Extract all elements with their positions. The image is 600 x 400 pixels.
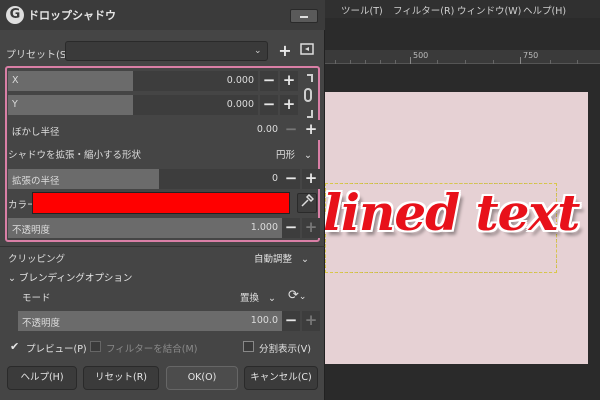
reset-button[interactable]: リセット(R) — [83, 366, 159, 390]
composite-mode-button[interactable]: ⟳⌄ — [288, 288, 306, 303]
add-preset-button[interactable]: + — [276, 42, 294, 60]
x-decrement-button[interactable]: − — [260, 71, 278, 91]
x-stepper: − + — [260, 71, 298, 91]
ruler-label-500: 500 — [413, 51, 429, 60]
mode-value: 置換 — [240, 293, 260, 304]
ok-button[interactable]: OK(O) — [166, 366, 238, 390]
clipping-value: 自動調整 — [254, 254, 293, 265]
grow-shape-label: シャドウを拡張・縮小する形状 — [8, 150, 142, 161]
presets-label: プリセット(S): — [6, 50, 74, 61]
gimp-logo-icon: G — [6, 6, 24, 24]
y-value: 0.000 — [226, 99, 254, 110]
blend-opacity-value: 100.0 — [250, 315, 278, 326]
grow-shape-value: 円形 — [276, 150, 296, 161]
grow-shape-combo[interactable]: 円形 ⌄ — [276, 147, 312, 161]
cancel-button[interactable]: キャンセル(C) — [244, 366, 318, 390]
preset-menu-button[interactable] — [298, 42, 316, 60]
preview-checkbox[interactable]: ✔ — [10, 341, 21, 352]
y-slider-fill — [8, 95, 133, 115]
y-stepper: − + — [260, 95, 298, 115]
horizontal-ruler: 500 750 — [325, 50, 600, 64]
opacity-label: 不透明度 — [12, 225, 51, 236]
preset-menu-icon — [300, 43, 314, 55]
blur-stepper: − + — [282, 120, 320, 140]
grow-radius-label: 拡張の半径 — [12, 176, 60, 187]
grow-radius-slider[interactable]: 拡張の半径 0 — [8, 169, 282, 189]
dialog-menu-button[interactable] — [290, 9, 318, 23]
opacity-stepper: − + — [282, 218, 320, 238]
mode-label: モード — [22, 293, 51, 304]
ruler-label-750: 750 — [523, 51, 539, 60]
menu-help[interactable]: ヘルプ(H) — [523, 3, 566, 17]
grow-radius-increment-button[interactable]: + — [302, 169, 320, 189]
chain-link-icon[interactable] — [302, 74, 314, 118]
blend-opacity-decrement-button[interactable]: − — [282, 311, 300, 331]
merge-filter-label: フィルターを結合(M) — [106, 344, 198, 355]
canvas-text: lined text — [323, 183, 580, 242]
preview-label: プレビュー(P) — [26, 344, 87, 355]
color-swatch-button[interactable] — [32, 192, 290, 214]
grow-radius-stepper: − + — [282, 169, 320, 189]
blur-radius-slider[interactable]: ぼかし半径 0.00 — [8, 120, 282, 140]
blur-increment-button[interactable]: + — [302, 120, 320, 140]
x-increment-button[interactable]: + — [280, 71, 298, 91]
blend-opacity-slider[interactable]: 不透明度 100.0 — [18, 311, 282, 331]
chevron-down-icon: ⌄ — [8, 273, 16, 284]
menu-windows[interactable]: ウィンドウ(W) — [457, 3, 521, 17]
help-button[interactable]: ヘルプ(H) — [7, 366, 77, 390]
drop-shadow-dialog: G ドロップシャドウ プリセット(S): ⌄ + X 0.000 − + Y 0… — [0, 0, 325, 400]
eyedropper-icon — [301, 193, 315, 207]
blur-value: 0.00 — [256, 124, 278, 135]
blending-options-expander[interactable]: ⌄ ブレンディングオプション — [8, 270, 132, 284]
opacity-value: 1.000 — [250, 222, 278, 233]
opacity-slider[interactable]: 不透明度 1.000 — [8, 218, 282, 238]
blend-opacity-increment-button[interactable]: + — [302, 311, 320, 331]
chevron-down-icon: ⌄ — [301, 254, 310, 265]
y-offset-slider[interactable]: Y 0.000 — [8, 95, 258, 115]
opacity-increment-button[interactable]: + — [302, 218, 320, 238]
x-offset-slider[interactable]: X 0.000 — [8, 71, 258, 91]
split-view-label: 分割表示(V) — [259, 344, 311, 355]
menubar: ツール(T) フィルター(R) ウィンドウ(W) ヘルプ(H) — [325, 0, 600, 18]
x-value: 0.000 — [226, 75, 254, 86]
dialog-titlebar[interactable]: G ドロップシャドウ — [0, 0, 325, 30]
clipping-label: クリッピング — [8, 254, 66, 265]
y-decrement-button[interactable]: − — [260, 95, 278, 115]
divider — [0, 246, 325, 247]
dialog-title: ドロップシャドウ — [28, 9, 116, 22]
y-increment-button[interactable]: + — [280, 95, 298, 115]
blur-label: ぼかし半径 — [12, 127, 60, 138]
menu-tools[interactable]: ツール(T) — [341, 3, 383, 17]
menu-filters[interactable]: フィルター(R) — [393, 3, 454, 17]
chevron-down-icon: ⌄ — [268, 293, 277, 304]
chevron-down-icon: ⌄ — [304, 150, 313, 161]
color-picker-button[interactable] — [297, 193, 317, 213]
x-slider-fill — [8, 71, 133, 91]
grow-radius-decrement-button[interactable]: − — [282, 169, 300, 189]
blend-opacity-stepper: − + — [282, 311, 320, 331]
swap-icon: ⟳ — [288, 288, 299, 303]
chevron-down-icon: ⌄ — [254, 46, 262, 56]
mode-combo[interactable]: 置換 ⌄ — [240, 290, 276, 304]
presets-combo[interactable]: ⌄ — [65, 41, 268, 61]
x-label: X — [12, 75, 19, 86]
blending-options-title: ブレンディングオプション — [19, 273, 133, 284]
blend-opacity-label: 不透明度 — [22, 318, 61, 329]
clipping-combo[interactable]: 自動調整 ⌄ — [254, 251, 309, 265]
merge-filter-checkbox[interactable] — [90, 341, 101, 352]
y-label: Y — [12, 99, 18, 110]
blur-decrement-button[interactable]: − — [282, 120, 300, 140]
grow-radius-value: 0 — [271, 173, 278, 184]
split-view-checkbox[interactable] — [243, 341, 254, 352]
opacity-decrement-button[interactable]: − — [282, 218, 300, 238]
chevron-down-icon: ⌄ — [298, 292, 307, 302]
